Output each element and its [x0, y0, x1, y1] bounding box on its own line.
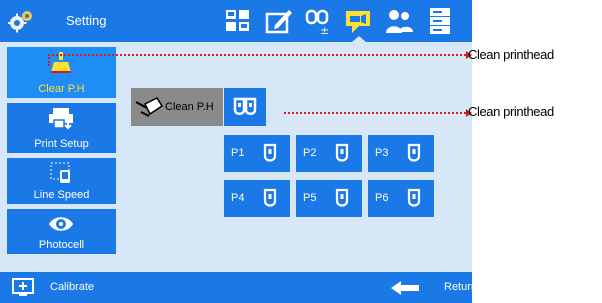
- menu-item-label: Clear P.H: [38, 83, 85, 95]
- menu-item-photocell[interactable]: Photocell: [7, 209, 116, 254]
- printhead-label: P5: [303, 192, 317, 204]
- printhead-label: P4: [231, 192, 245, 204]
- bottom-bar: Calibrate Return: [0, 272, 472, 303]
- calibrate-icon: [12, 278, 34, 296]
- printhead-p5-button[interactable]: P5: [296, 180, 362, 217]
- printhead-p4-button[interactable]: P4: [224, 180, 290, 217]
- gears-icon: [8, 11, 32, 33]
- printhead-p6-button[interactable]: P6: [368, 180, 434, 217]
- menu-item-label: Photocell: [38, 239, 85, 251]
- menu-item-line-speed[interactable]: Line Speed: [7, 158, 116, 204]
- printhead-pair-icon: [233, 97, 257, 115]
- printhead-icon: [407, 188, 421, 207]
- users-icon[interactable]: [384, 6, 414, 36]
- wiping-printhead-icon: [135, 97, 163, 117]
- printhead-icon: [335, 188, 349, 207]
- printhead-label: P3: [375, 147, 389, 159]
- printhead-icon: [407, 143, 421, 162]
- printhead-label: P2: [303, 147, 317, 159]
- calibrate-label: Calibrate: [50, 281, 95, 293]
- printhead-p1-button[interactable]: P1: [224, 135, 290, 172]
- edit-icon[interactable]: [264, 6, 294, 36]
- menu-item-label: Print Setup: [34, 138, 89, 150]
- printhead-p2-button[interactable]: P2: [296, 135, 362, 172]
- return-button[interactable]: Return: [390, 272, 472, 303]
- printhead-icon: [263, 143, 277, 162]
- return-arrow-icon: [391, 281, 419, 295]
- page-title: Setting: [66, 13, 107, 28]
- active-tab-marker: [352, 36, 366, 42]
- callout-clean-printhead: Clean printhead: [468, 47, 554, 62]
- printhead-switch-icon[interactable]: ±: [304, 6, 334, 36]
- callout-clean-printhead: Clean printhead: [468, 104, 554, 119]
- line-speed-icon: [50, 162, 70, 183]
- clean-all-printheads-button[interactable]: [224, 88, 266, 126]
- calibrate-button[interactable]: Calibrate: [0, 272, 120, 303]
- photocell-icon: [49, 217, 73, 231]
- storage-icon[interactable]: [425, 6, 455, 36]
- printhead-label: P6: [375, 192, 389, 204]
- menu-item-print-setup[interactable]: Print Setup: [7, 103, 116, 153]
- setting-screen: Setting ± Clear P.H Print Setup Line Spe…: [0, 0, 472, 303]
- top-bar: Setting ±: [0, 0, 472, 42]
- clean-ph-text: Clean P.H: [165, 101, 214, 113]
- callout-leader-line: [284, 112, 466, 114]
- callout-leader-drop: [48, 54, 50, 66]
- print-setup-icon: [49, 108, 73, 130]
- printhead-icon: [335, 143, 349, 162]
- return-label: Return: [444, 281, 472, 293]
- svg-text:±: ±: [320, 24, 329, 36]
- printhead-group-icon[interactable]: [223, 6, 253, 36]
- printhead-label: P1: [231, 147, 245, 159]
- printhead-p3-button[interactable]: P3: [368, 135, 434, 172]
- callout-leader-line: [48, 54, 466, 56]
- printhead-icon: [263, 188, 277, 207]
- clean-ph-label: Clean P.H: [131, 88, 223, 126]
- menu-item-label: Line Speed: [33, 189, 90, 201]
- notice-icon[interactable]: [343, 6, 373, 36]
